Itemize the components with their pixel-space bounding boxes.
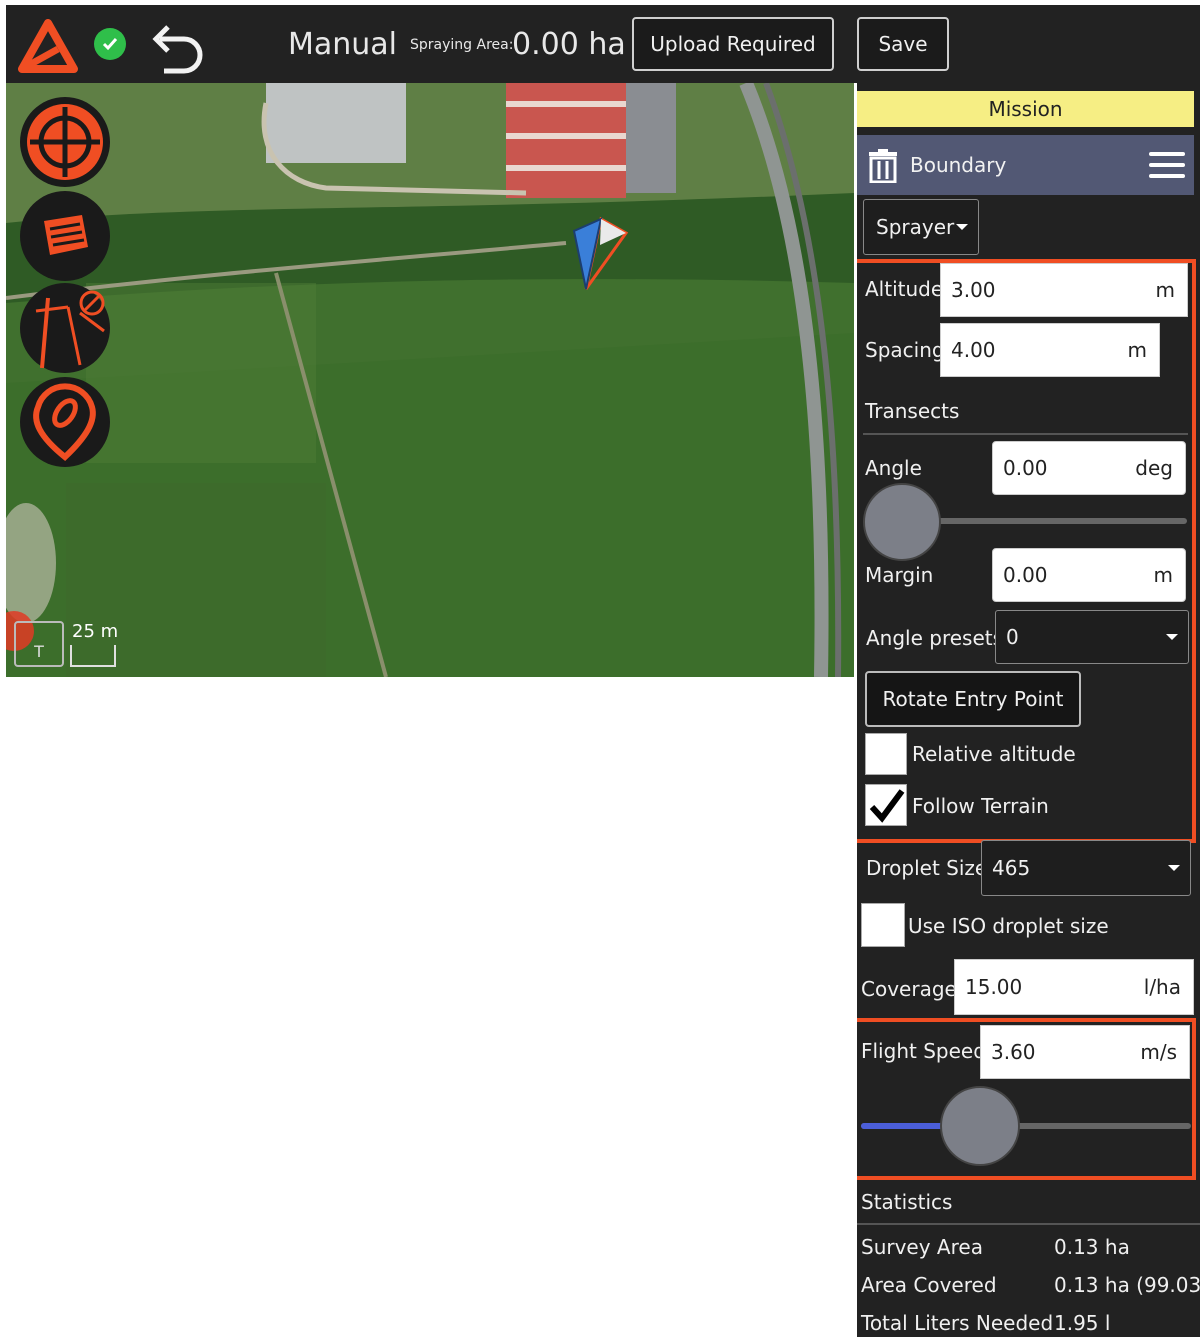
coverage-label: Coverage	[861, 977, 957, 1001]
sprayer-dropdown[interactable]: Sprayer	[863, 199, 979, 255]
obstacles-button[interactable]	[20, 283, 110, 373]
use-iso-droplet-label: Use ISO droplet size	[908, 914, 1109, 938]
map-scale-bar	[70, 645, 116, 667]
mission-settings-panel: Mission Boundary Sprayer Altitude 3.00 m…	[857, 83, 1200, 1337]
boundary-item-header: Boundary	[857, 135, 1194, 195]
use-iso-droplet-checkbox[interactable]	[861, 903, 905, 947]
layers-icon	[44, 215, 88, 255]
layers-button[interactable]	[20, 191, 110, 281]
map-imagery	[6, 83, 854, 677]
power-line-icon	[35, 290, 105, 369]
flight-speed-highlight	[857, 1018, 1196, 1180]
geofence-button[interactable]	[20, 377, 110, 467]
chevron-down-icon	[956, 224, 968, 230]
droplet-size-dropdown[interactable]: 465	[981, 840, 1191, 896]
area-covered-label: Area Covered	[861, 1273, 997, 1297]
trash-icon[interactable]	[867, 149, 899, 187]
total-liters-value: 1.95 l	[1054, 1311, 1111, 1335]
statistics-heading: Statistics	[861, 1190, 953, 1214]
sprayer-dropdown-label: Sprayer	[876, 215, 955, 239]
top-toolbar: Manual Spraying Area: 0.00 ha Upload Req…	[6, 5, 1200, 83]
crosshair-target-button[interactable]	[20, 97, 110, 187]
chevron-down-icon	[1168, 865, 1180, 871]
statistics-divider	[857, 1223, 1200, 1225]
map-scale-label: 25 m	[72, 621, 119, 642]
droplet-size-label: Droplet Size	[866, 856, 988, 880]
terrain-badge[interactable]: T	[14, 621, 64, 667]
coverage-unit: l/ha	[1143, 975, 1181, 999]
droplet-size-value: 465	[992, 856, 1031, 880]
app-logo-icon[interactable]	[18, 19, 78, 73]
coverage-field[interactable]: 15.00 l/ha	[954, 959, 1194, 1015]
map-pin-icon	[33, 383, 96, 461]
total-liters-label: Total Liters Needed	[861, 1311, 1054, 1335]
connection-status-icon	[94, 28, 126, 60]
boundary-label: Boundary	[910, 153, 1007, 177]
survey-area-value: 0.13 ha	[1054, 1235, 1130, 1259]
coverage-value: 15.00	[965, 975, 1023, 999]
flight-mode-label: Manual	[288, 27, 398, 62]
survey-area-label: Survey Area	[861, 1235, 983, 1259]
undo-icon[interactable]	[146, 19, 206, 77]
drone-position-icon	[572, 216, 629, 290]
spraying-area-caption: Spraying Area:	[410, 37, 514, 53]
save-button[interactable]: Save	[857, 17, 949, 71]
area-covered-value: 0.13 ha (99.03%	[1054, 1273, 1200, 1297]
spraying-area-value: 0.00 ha	[512, 27, 626, 62]
satellite-map[interactable]: T 25 m	[6, 83, 854, 677]
crosshair-icon	[27, 104, 103, 180]
altitude-transects-highlight	[857, 259, 1196, 843]
mission-header[interactable]: Mission	[857, 91, 1194, 127]
upload-required-button[interactable]: Upload Required	[632, 17, 834, 71]
hamburger-menu-icon[interactable]	[1149, 152, 1185, 180]
